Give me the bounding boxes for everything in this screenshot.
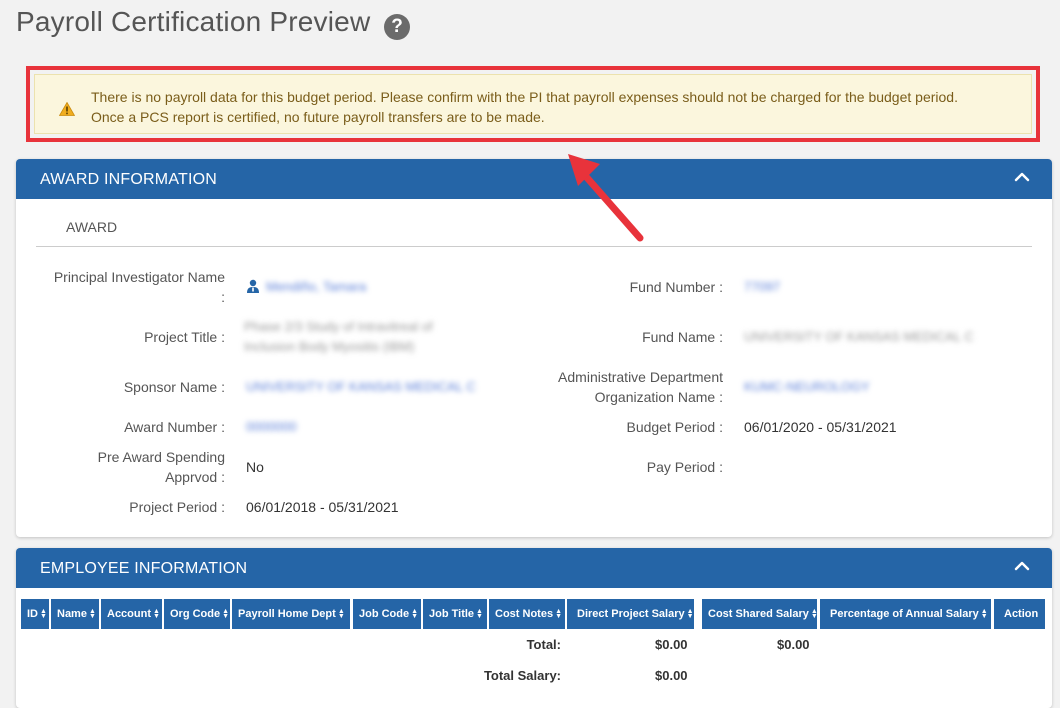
- col-action-label: Action: [1004, 608, 1039, 620]
- col-job-title-label: Job Title: [429, 608, 475, 620]
- budget-period-value: 06/01/2020 - 05/31/2021: [744, 419, 897, 435]
- sort-icon: ▲ ▼: [88, 608, 96, 621]
- col-job-code-label: Job Code: [359, 608, 410, 620]
- total-salary-value: $0.00: [655, 668, 688, 683]
- fund-name-value: UNIVERSITY OF KANSAS MEDICAL C: [744, 329, 974, 344]
- pi-name-label-text: Principal Investigator Name: [53, 269, 225, 285]
- award-number-label: Award Number :: [124, 419, 225, 435]
- table-header-cost-notes[interactable]: Cost Notes ▲ ▼: [489, 599, 565, 629]
- award-card-header[interactable]: AWARD INFORMATION: [16, 159, 1052, 199]
- chevron-up-icon[interactable]: [1014, 171, 1030, 183]
- fund-name-label: Fund Name :: [642, 329, 723, 345]
- person-icon: [247, 279, 259, 293]
- total-direct-value: $0.00: [655, 637, 688, 652]
- table-header-action: Action: [994, 599, 1045, 629]
- project-period-value: 06/01/2018 - 05/31/2021: [246, 499, 399, 515]
- employee-card-header[interactable]: EMPLOYEE INFORMATION: [16, 548, 1052, 588]
- pi-name-value[interactable]: Mendiño, Tamara: [266, 277, 366, 297]
- employee-information-card: EMPLOYEE INFORMATION ID ▲ ▼ Name ▲ ▼ Account…: [16, 548, 1052, 708]
- alert-text: There is no payroll data for this budget…: [91, 87, 958, 127]
- pre-award-label-line-2: Apprvod :: [165, 469, 225, 485]
- project-title-line-1: Phase 2/3 Study of Intravitreal of: [244, 319, 433, 334]
- col-id-label: ID: [27, 608, 38, 620]
- fund-number-label: Fund Number :: [629, 279, 723, 295]
- project-title-line-2: Inclusion Body Myositis (IBM): [244, 339, 415, 354]
- col-direct-project-salary-label: Direct Project Salary: [577, 608, 685, 620]
- table-header-percentage-annual-salary[interactable]: Percentage of Annual Salary ▲ ▼: [820, 599, 991, 629]
- col-name-label: Name: [57, 608, 87, 620]
- table-header-id[interactable]: ID ▲ ▼: [21, 599, 49, 629]
- warning-icon: [59, 102, 75, 116]
- budget-period-label: Budget Period :: [626, 419, 723, 435]
- fund-number-value[interactable]: 77097: [744, 277, 780, 297]
- sort-icon: ▲ ▼: [40, 608, 47, 621]
- total-salary-label: Total Salary:: [483, 668, 561, 683]
- table-header-job-code[interactable]: Job Code ▲ ▼: [353, 599, 421, 629]
- project-title-value: Phase 2/3 Study of Intravitreal of Inclu…: [244, 317, 433, 357]
- alert-line-1: There is no payroll data for this budget…: [91, 89, 958, 105]
- project-period-label: Project Period :: [129, 499, 225, 515]
- pre-award-label-line-1: Pre Award Spending: [97, 449, 225, 465]
- sort-icon: ▲ ▼: [337, 608, 345, 621]
- chevron-up-icon[interactable]: [1014, 560, 1030, 572]
- table-header-direct-project-salary[interactable]: Direct Project Salary ▲ ▼: [567, 599, 694, 629]
- total-label: Total:: [526, 637, 561, 652]
- admin-dept-value[interactable]: KUMC-NEUROLOGY: [744, 377, 870, 397]
- col-cost-notes-label: Cost Notes: [495, 608, 554, 620]
- col-percentage-annual-salary-label: Percentage of Annual Salary: [830, 608, 979, 620]
- award-number-value[interactable]: 0000000: [246, 417, 297, 437]
- sort-icon: ▲ ▼: [686, 608, 694, 621]
- admin-dept-label: Administrative Department Organization N…: [503, 367, 723, 407]
- pi-name-label-colon: :: [221, 289, 225, 305]
- project-title-label: Project Title :: [144, 329, 225, 345]
- sort-icon: ▲ ▼: [411, 608, 419, 621]
- pre-award-value: No: [246, 459, 264, 475]
- table-header-job-title[interactable]: Job Title ▲ ▼: [423, 599, 487, 629]
- col-org-code-label: Org Code: [170, 608, 221, 620]
- award-section-label: AWARD: [66, 219, 118, 235]
- admin-dept-label-line-1: Administrative Department: [558, 369, 723, 385]
- col-account-label: Account: [107, 608, 151, 620]
- sort-icon: ▲ ▼: [153, 608, 160, 621]
- warning-alert: There is no payroll data for this budget…: [34, 74, 1032, 134]
- alert-highlight-frame: There is no payroll data for this budget…: [26, 66, 1040, 142]
- table-header-account[interactable]: Account ▲ ▼: [101, 599, 162, 629]
- total-cost-shared-value: $0.00: [777, 637, 810, 652]
- col-payroll-home-dept-label: Payroll Home Dept: [238, 608, 336, 620]
- sort-icon: ▲ ▼: [476, 608, 483, 621]
- page-title: Payroll Certification Preview: [16, 6, 371, 37]
- sort-icon: ▲ ▼: [222, 608, 230, 621]
- help-icon[interactable]: ?: [384, 14, 410, 40]
- employee-card-title: EMPLOYEE INFORMATION: [40, 560, 248, 577]
- award-section-rule: [36, 246, 1032, 247]
- table-header-payroll-home-dept[interactable]: Payroll Home Dept ▲ ▼: [232, 599, 350, 629]
- sort-icon: ▲ ▼: [810, 608, 817, 621]
- award-card-title: AWARD INFORMATION: [40, 171, 218, 188]
- alert-line-2: Once a PCS report is certified, no futur…: [91, 109, 545, 125]
- col-cost-shared-salary-label: Cost Shared Salary: [708, 608, 809, 620]
- sort-icon: ▲ ▼: [980, 608, 988, 621]
- sponsor-name-label: Sponsor Name :: [123, 379, 225, 395]
- pi-name-label: Principal Investigator Name :: [5, 267, 225, 307]
- pay-period-label: Pay Period :: [646, 459, 723, 475]
- pre-award-label: Pre Award Spending Apprvod :: [5, 447, 225, 487]
- table-header-org-code[interactable]: Org Code ▲ ▼: [164, 599, 230, 629]
- table-header-name[interactable]: Name ▲ ▼: [51, 599, 99, 629]
- sponsor-name-value[interactable]: UNIVERSITY OF KANSAS MEDICAL C: [246, 377, 476, 397]
- admin-dept-label-line-2: Organization Name :: [594, 389, 723, 405]
- sort-icon: ▲ ▼: [555, 608, 562, 621]
- award-information-card: AWARD INFORMATION AWARD Principal Invest…: [16, 159, 1052, 537]
- annotation-arrow: [568, 154, 644, 242]
- table-header-cost-shared-salary[interactable]: Cost Shared Salary ▲ ▼: [702, 599, 817, 629]
